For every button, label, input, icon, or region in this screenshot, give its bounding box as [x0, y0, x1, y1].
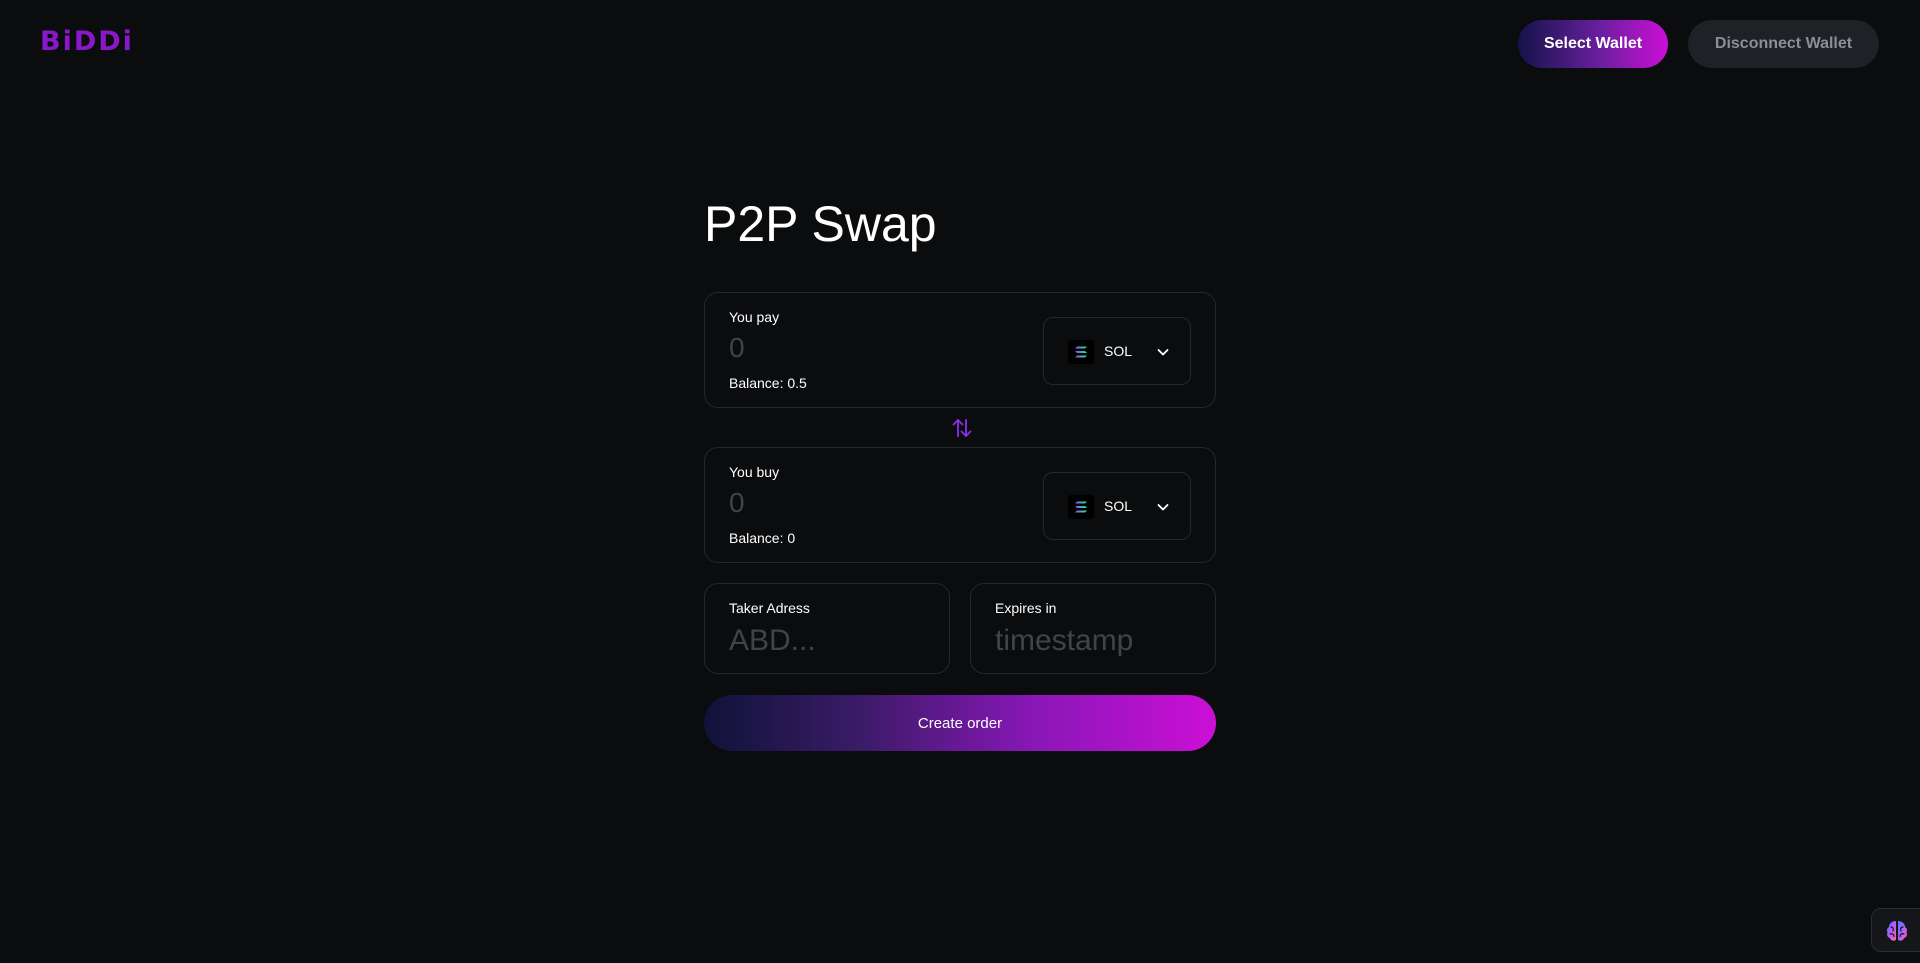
pay-balance: Balance: 0.5 [729, 375, 807, 391]
buy-token-name: SOL [1104, 498, 1133, 514]
taker-address-input[interactable] [729, 622, 929, 660]
pay-token-name: SOL [1104, 343, 1133, 359]
solana-icon [1068, 340, 1094, 364]
floating-widget-button[interactable] [1871, 908, 1920, 952]
chevron-down-icon [1157, 349, 1169, 356]
pay-amount-input[interactable] [729, 331, 989, 365]
taker-address-card: Taker Adress [704, 583, 950, 674]
expires-card: Expires in [970, 583, 1216, 674]
biddi-logo[interactable]: BiDDi [40, 26, 134, 57]
disconnect-wallet-button[interactable]: Disconnect Wallet [1688, 20, 1879, 68]
page-title: P2P Swap [704, 196, 937, 252]
pay-card: You pay Balance: 0.5 SOL [704, 292, 1216, 408]
buy-card: You buy Balance: 0 SOL [704, 447, 1216, 563]
pay-token-select[interactable]: SOL [1043, 317, 1191, 385]
buy-amount-input[interactable] [729, 486, 989, 520]
solana-icon [1068, 495, 1094, 519]
taker-address-label: Taker Adress [729, 600, 810, 616]
expires-label: Expires in [995, 600, 1057, 616]
buy-balance: Balance: 0 [729, 530, 796, 546]
select-wallet-button[interactable]: Select Wallet [1518, 20, 1668, 68]
buy-token-select[interactable]: SOL [1043, 472, 1191, 540]
swap-arrows-icon[interactable] [950, 416, 974, 440]
pay-label: You pay [729, 309, 780, 325]
expires-input[interactable] [995, 622, 1195, 660]
chevron-down-icon [1157, 504, 1169, 511]
buy-label: You buy [729, 464, 780, 480]
create-order-button[interactable]: Create order [704, 695, 1216, 751]
brain-icon [1887, 921, 1907, 941]
